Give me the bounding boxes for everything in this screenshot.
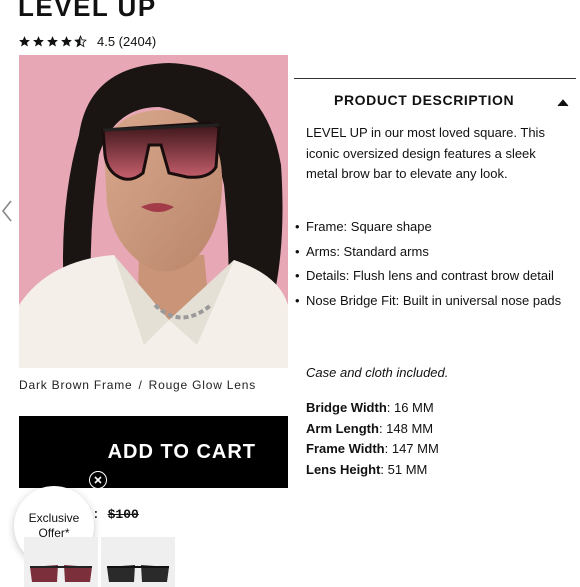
star-rating	[18, 35, 87, 48]
spec-value: : 51 MM	[380, 461, 428, 477]
star-icon	[18, 35, 31, 48]
star-half-icon	[74, 35, 87, 48]
description-text: LEVEL UP in our most loved square. This …	[306, 125, 545, 181]
variant-separator: /	[138, 378, 143, 392]
frame-label: Dark Brown Frame	[19, 378, 133, 392]
rating-count: 4.5 (2404)	[97, 34, 157, 49]
offer-line-1: Exclusive	[28, 511, 80, 525]
caret-up-icon	[556, 95, 570, 107]
spec-row: Bridge Width: 16 MM	[306, 398, 439, 419]
close-icon[interactable]	[89, 471, 107, 489]
variant-label: Dark Brown Frame / Rouge Glow Lens	[19, 378, 256, 392]
feature-list: Frame: Square shape Arms: Standard arms …	[294, 217, 568, 315]
price-value: $100	[107, 507, 139, 522]
star-icon	[46, 35, 59, 48]
spec-value: : 148 MM	[378, 420, 434, 436]
spec-label: Bridge Width	[306, 400, 387, 415]
star-icon	[32, 35, 45, 48]
lens-label: Rouge Glow Lens	[148, 378, 257, 392]
spec-label: Arm Length	[306, 420, 379, 436]
feature-item: Nose Bridge Fit: Built in universal nose…	[294, 291, 568, 312]
price: : $100	[92, 507, 139, 522]
spec-list: Bridge Width: 16 MM Arm Length: 148 MM F…	[306, 398, 439, 480]
feature-item: Details: Flush lens and contrast brow de…	[294, 266, 568, 287]
description-heading: PRODUCT DESCRIPTION	[334, 92, 515, 108]
spec-row: Frame Width: 147 MM	[306, 439, 439, 460]
chevron-left-icon[interactable]	[0, 198, 14, 224]
spec-value: : 16 MM	[386, 400, 434, 415]
price-prefix: :	[92, 507, 108, 522]
spec-value: : 147 MM	[384, 441, 439, 456]
feature-item: Frame: Square shape	[294, 217, 568, 238]
divider	[294, 78, 576, 79]
star-icon	[60, 35, 73, 48]
spec-row: Lens Height: 51 MM	[306, 460, 439, 481]
spec-label: Lens Height	[306, 461, 381, 477]
product-description-toggle[interactable]: PRODUCT DESCRIPTION	[294, 92, 576, 108]
case-note: Case and cloth included.	[306, 365, 449, 380]
spec-row: Arm Length: 148 MM	[306, 419, 439, 440]
add-to-cart-button[interactable]: ADD TO CART	[19, 416, 288, 488]
product-title: LEVEL UP	[18, 0, 157, 22]
feature-item: Arms: Standard arms	[294, 242, 568, 263]
spec-label: Frame Width	[306, 441, 385, 456]
rating[interactable]: 4.5 (2404)	[18, 34, 156, 49]
product-image[interactable]	[19, 55, 288, 368]
